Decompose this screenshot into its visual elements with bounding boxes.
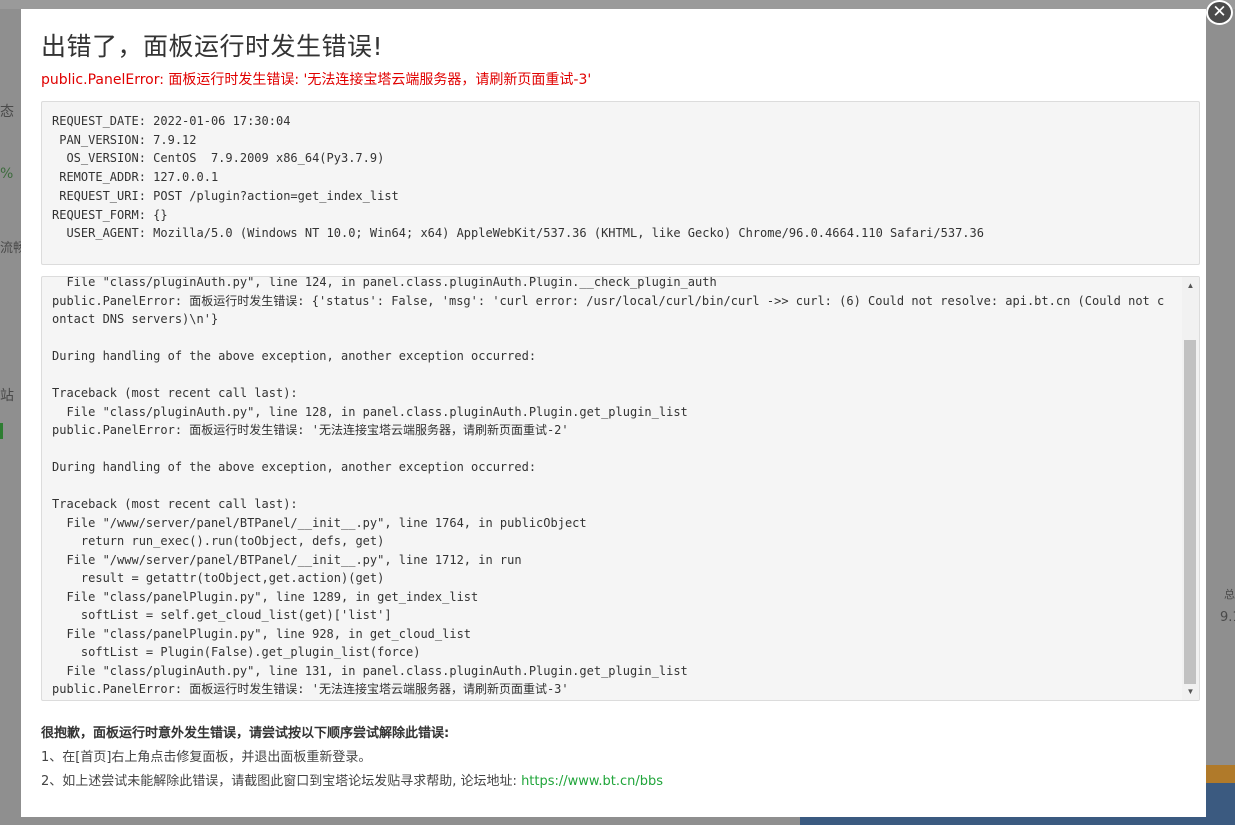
background-indicator [0, 423, 3, 439]
error-summary: public.PanelError: 面板运行时发生错误: '无法连接宝塔云端服… [41, 72, 592, 88]
scroll-up-icon[interactable]: ▲ [1182, 277, 1199, 294]
forum-link[interactable]: https://www.bt.cn/bbs [521, 774, 663, 789]
traceback-box[interactable]: File "class/pluginAuth.py", line 124, in… [41, 276, 1200, 701]
background-header-bar [0, 0, 1235, 9]
background-fragment: % [0, 166, 14, 182]
background-fragment: 总 [1224, 588, 1235, 601]
traceback-scrollbar[interactable]: ▲ ▼ [1182, 277, 1199, 700]
modal-title: 出错了，面板运行时发生错误! [41, 32, 384, 61]
scroll-down-icon[interactable]: ▼ [1182, 683, 1199, 700]
error-modal: 出错了，面板运行时发生错误! public.PanelError: 面板运行时发… [21, 9, 1206, 817]
close-icon[interactable]: ✕ [1212, 2, 1226, 22]
scroll-thumb[interactable] [1184, 340, 1196, 684]
traceback-text: File "class/pluginAuth.py", line 124, in… [52, 276, 1165, 696]
close-button[interactable]: ✕ [1206, 0, 1233, 25]
background-blue-panel-bottom [800, 817, 1235, 825]
request-info-box: REQUEST_DATE: 2022-01-06 17:30:04 PAN_VE… [41, 101, 1200, 265]
background-orange-bar [1206, 765, 1235, 783]
help-step-2-text: 2、如上述尝试未能解除此错误，请截图此窗口到宝塔论坛发贴寻求帮助, 论坛地址: [41, 774, 522, 789]
help-title: 很抱歉，面板运行时意外发生错误，请尝试按以下顺序尝试解除此错误: [41, 726, 450, 741]
background-fragment: 站 [0, 388, 14, 404]
help-step-1: 1、在[首页]右上角点击修复面板，并退出面板重新登录。 [41, 750, 372, 765]
background-fragment: 态 [0, 104, 14, 120]
background-fragment: 9.1 [1220, 610, 1235, 625]
help-step-2: 2、如上述尝试未能解除此错误，请截图此窗口到宝塔论坛发贴寻求帮助, 论坛地址: … [41, 770, 663, 789]
request-info-text: REQUEST_DATE: 2022-01-06 17:30:04 PAN_VE… [52, 114, 984, 241]
